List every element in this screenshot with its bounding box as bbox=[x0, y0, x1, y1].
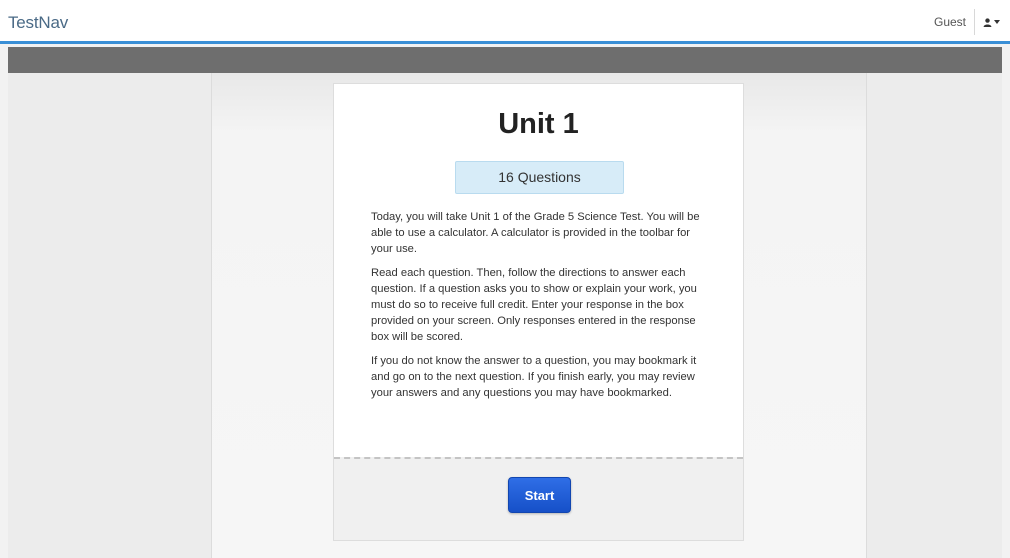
card-footer: Start bbox=[334, 457, 743, 540]
user-area: Guest bbox=[934, 9, 1008, 35]
caret-down-icon bbox=[994, 20, 1000, 24]
brand-logo: TestNav bbox=[8, 13, 69, 32]
question-count-badge: 16 Questions bbox=[455, 161, 624, 194]
top-header: TestNav Guest bbox=[0, 0, 1010, 44]
user-icon bbox=[983, 17, 992, 27]
user-name: Guest bbox=[933, 15, 966, 29]
user-menu-button[interactable] bbox=[974, 9, 1008, 35]
unit-intro-card: Unit 1 16 Questions Today, you will take… bbox=[333, 83, 744, 541]
unit-title: Unit 1 bbox=[498, 108, 579, 140]
instructions-paragraph: Read each question. Then, follow the dir… bbox=[371, 267, 697, 343]
start-button[interactable]: Start bbox=[508, 477, 571, 513]
instructions-paragraph: Today, you will take Unit 1 of the Grade… bbox=[371, 211, 700, 255]
instructions-paragraph: If you do not know the answer to a quest… bbox=[371, 355, 697, 399]
instructions-text: Today, you will take Unit 1 of the Grade… bbox=[371, 209, 711, 409]
test-toolbar bbox=[8, 47, 1002, 73]
